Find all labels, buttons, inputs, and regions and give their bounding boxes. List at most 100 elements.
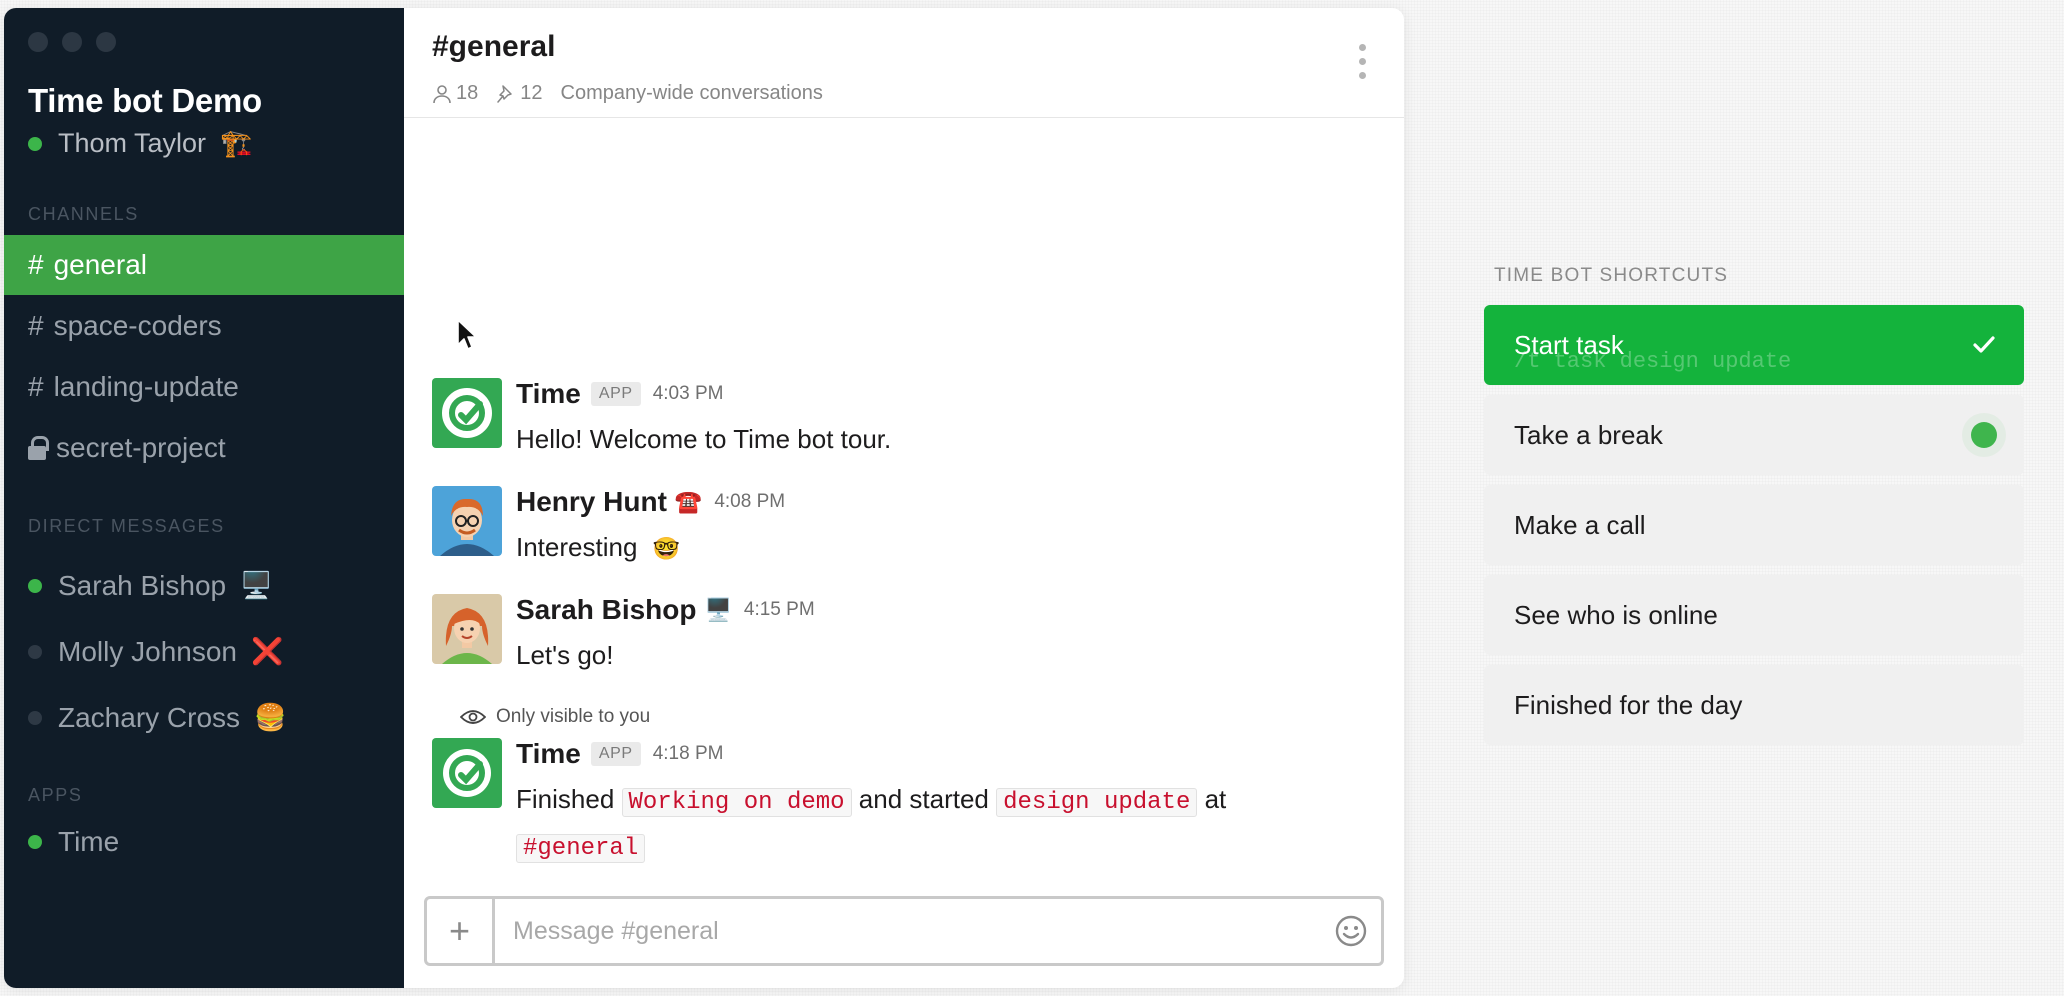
telephone-icon: ☎️ — [674, 489, 703, 515]
timestamp[interactable]: 4:18 PM — [653, 743, 724, 765]
offline-status-dot — [28, 645, 42, 659]
timestamp[interactable]: 4:15 PM — [744, 599, 815, 621]
message-body: Interesting 🤓 — [516, 526, 680, 571]
offline-status-dot — [28, 711, 42, 725]
sarah-bishop-avatar[interactable] — [432, 594, 502, 664]
pin-icon — [497, 84, 512, 103]
minimize-window-button[interactable] — [62, 32, 82, 52]
message-text: Interesting — [516, 532, 638, 562]
current-user[interactable]: Thom Taylor 🏗️ — [28, 128, 252, 159]
sidebar-item-label: general — [53, 249, 147, 280]
message-text: and started — [858, 784, 989, 814]
mouse-cursor-icon — [457, 319, 477, 350]
add-attachment-button[interactable]: + — [427, 899, 495, 963]
sidebar-item-time-app[interactable]: Time — [4, 817, 404, 867]
message-text: at — [1204, 784, 1227, 814]
channel-header: #general 18 12 Company-wide conversation… — [404, 8, 1404, 118]
shortcut-label: Make a call — [1514, 509, 1646, 540]
online-status-dot — [28, 136, 42, 151]
sidebar-item-landing-update[interactable]: # landing-update — [4, 357, 404, 417]
sidebar-item-secret-project[interactable]: secret-project — [4, 418, 404, 478]
more-options-icon[interactable] — [1359, 44, 1366, 79]
window-controls — [28, 32, 116, 52]
message-body: Finished Working on demo and started des… — [516, 778, 1226, 870]
sidebar-item-zachary-cross[interactable]: Zachary Cross 🍔 — [4, 693, 404, 743]
visibility-note: Only visible to you — [460, 706, 650, 728]
lock-icon — [28, 436, 49, 460]
message-text: Hello! Welcome to Time bot tour. — [516, 424, 892, 454]
sender-name[interactable]: Sarah Bishop — [516, 594, 696, 626]
shortcut-make-a-call[interactable]: Make a call — [1484, 485, 2024, 565]
shortcut-label: Take a break — [1514, 419, 1663, 450]
dm-name: Sarah Bishop — [58, 570, 227, 601]
message-header: Time APP 4:03 PM — [516, 378, 723, 410]
sidebar-item-sarah-bishop[interactable]: Sarah Bishop 🖥️ — [4, 561, 404, 611]
inline-code: Working on demo — [621, 788, 852, 817]
checkmark-icon — [1973, 336, 1995, 353]
channel-description: Company-wide conversations — [560, 82, 823, 104]
sidebar-item-space-coders[interactable]: # space-coders — [4, 296, 404, 356]
shortcut-start-task[interactable]: Start task /t task design update — [1484, 305, 2024, 385]
hash-icon: # — [28, 371, 44, 402]
pinned-count-value: 12 — [520, 82, 543, 104]
shortcut-label: Finished for the day — [1514, 689, 1743, 720]
direct-messages-section-title: DIRECT MESSAGES — [28, 516, 225, 536]
app-name: Time — [58, 826, 120, 857]
emoji-picker-button[interactable] — [1321, 914, 1381, 948]
nerd-face-emoji: 🤓 — [652, 537, 681, 562]
command-preview-text: /t task design update — [1514, 349, 1792, 374]
app-window: Time bot Demo Thom Taylor 🏗️ CHANNELS # … — [4, 8, 1404, 988]
eye-icon — [460, 710, 486, 724]
message-input[interactable] — [495, 899, 1321, 963]
channel-title[interactable]: #general — [432, 30, 555, 64]
sender-name[interactable]: Time — [516, 738, 581, 770]
time-logo-icon — [432, 378, 502, 448]
visibility-note-text: Only visible to you — [496, 706, 651, 727]
shortcut-take-a-break[interactable]: Take a break — [1484, 395, 2024, 475]
online-status-dot — [28, 835, 42, 849]
dm-name: Zachary Cross — [58, 702, 241, 733]
shortcut-label: See who is online — [1514, 599, 1718, 630]
workspace-name[interactable]: Time bot Demo — [28, 82, 262, 120]
shortcut-finished-for-the-day[interactable]: Finished for the day — [1484, 665, 2024, 745]
current-user-name: Thom Taylor — [58, 128, 207, 158]
app-badge: APP — [590, 382, 641, 406]
sender-name[interactable]: Time — [516, 378, 581, 410]
members-icon — [433, 84, 451, 103]
online-status-dot — [28, 579, 42, 593]
close-window-button[interactable] — [28, 32, 48, 52]
time-app-avatar[interactable] — [432, 378, 502, 448]
avatar-illustration — [432, 594, 502, 664]
member-count[interactable]: 18 — [432, 82, 478, 105]
inline-code-channel[interactable]: #general — [516, 834, 646, 863]
time-app-avatar[interactable] — [432, 738, 502, 808]
channels-section-title: CHANNELS — [28, 204, 139, 224]
dm-name: Molly Johnson — [58, 636, 237, 667]
hash-icon: # — [28, 249, 44, 280]
timestamp[interactable]: 4:08 PM — [714, 491, 785, 513]
timestamp[interactable]: 4:03 PM — [653, 383, 724, 405]
henry-hunt-avatar[interactable] — [432, 486, 502, 556]
sidebar-item-molly-johnson[interactable]: Molly Johnson ❌ — [4, 627, 404, 677]
inline-code: design update — [996, 788, 1198, 817]
sidebar-item-general[interactable]: # general — [4, 235, 404, 295]
app-badge: APP — [590, 742, 641, 766]
avatar-illustration — [432, 486, 502, 556]
status-emoji: 🖥️ — [240, 571, 273, 601]
shortcut-see-who-is-online[interactable]: See who is online — [1484, 575, 2024, 655]
computer-icon: 🖥️ — [704, 597, 732, 623]
status-emoji: 🏗️ — [220, 128, 253, 159]
pinned-count[interactable]: 12 — [496, 82, 543, 105]
sidebar: Time bot Demo Thom Taylor 🏗️ CHANNELS # … — [4, 8, 404, 988]
status-emoji: ❌ — [250, 637, 284, 667]
channel-view: #general 18 12 Company-wide conversation… — [404, 8, 1404, 988]
time-logo-icon — [432, 738, 502, 808]
apps-section-title: APPS — [28, 785, 83, 805]
message-text: Finished — [516, 784, 615, 814]
sender-name[interactable]: Henry Hunt — [516, 486, 667, 518]
member-count-value: 18 — [456, 82, 479, 104]
shortcuts-title: TIME BOT SHORTCUTS — [1494, 265, 1729, 286]
message-header: Henry Hunt ☎️ 4:08 PM — [516, 486, 785, 518]
message-composer: + — [424, 896, 1384, 966]
maximize-window-button[interactable] — [96, 32, 116, 52]
